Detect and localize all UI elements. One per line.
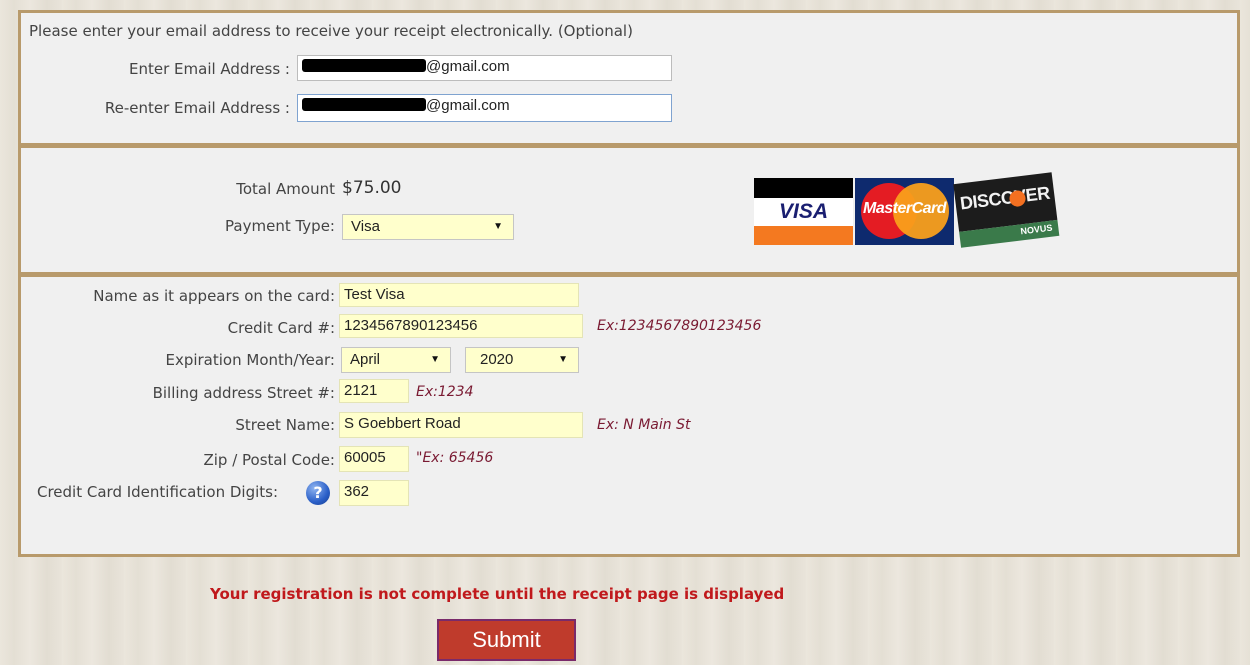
- visa-logo: VISA: [754, 178, 853, 245]
- expiration-year-value: 2020: [480, 351, 514, 368]
- total-amount-value: $75.00: [342, 178, 402, 198]
- card-number-label: Credit Card #:: [227, 319, 335, 337]
- reenter-email-label: Re-enter Email Address :: [104, 99, 290, 117]
- discover-logo: DISCOVER NOVUS: [953, 172, 1060, 251]
- email-prompt: Please enter your email address to recei…: [29, 22, 633, 40]
- street-name-label: Street Name:: [235, 416, 335, 434]
- mastercard-logo-text: MasterCard: [862, 200, 947, 217]
- payment-type-select[interactable]: Visa ▼: [342, 214, 514, 240]
- card-number-hint: Ex:1234567890123456: [597, 318, 762, 334]
- help-icon[interactable]: ?: [306, 481, 330, 505]
- payment-type-value: Visa: [351, 218, 380, 235]
- zip-label: Zip / Postal Code:: [203, 451, 335, 469]
- visa-logo-text: VISA: [754, 198, 853, 226]
- expiration-year-select[interactable]: 2020 ▼: [465, 347, 579, 373]
- registration-warning: Your registration is not complete until …: [210, 585, 785, 603]
- payment-panel: [18, 146, 1240, 275]
- reenter-email-input[interactable]: @gmail.com: [297, 94, 672, 122]
- mastercard-logo: MasterCard: [855, 178, 954, 245]
- zip-input[interactable]: 60005: [339, 446, 409, 472]
- email-label: Enter Email Address :: [129, 60, 290, 78]
- redacted-text: [302, 98, 426, 111]
- card-name-input[interactable]: Test Visa: [339, 283, 579, 307]
- submit-button[interactable]: Submit: [437, 619, 576, 661]
- card-name-label: Name as it appears on the card:: [93, 287, 335, 305]
- redacted-text: [302, 59, 426, 72]
- street-number-input[interactable]: 2121: [339, 379, 409, 403]
- street-number-label: Billing address Street #:: [152, 384, 335, 402]
- expiration-month-value: April: [350, 351, 381, 368]
- email-input-value: @gmail.com: [426, 58, 510, 75]
- total-amount-label: Total Amount: [236, 180, 335, 198]
- cvv-input[interactable]: 362: [339, 480, 409, 506]
- dropdown-arrow-icon: ▼: [493, 221, 503, 232]
- card-number-input[interactable]: 1234567890123456: [339, 314, 583, 338]
- expiration-label: Expiration Month/Year:: [165, 351, 335, 369]
- expiration-month-select[interactable]: April ▼: [341, 347, 451, 373]
- street-number-hint: Ex:1234: [416, 384, 474, 400]
- payment-type-label: Payment Type:: [225, 217, 335, 235]
- email-input[interactable]: @gmail.com: [297, 55, 672, 81]
- dropdown-arrow-icon: ▼: [558, 354, 568, 365]
- street-name-hint: Ex: N Main St: [597, 417, 691, 433]
- street-name-input[interactable]: S Goebbert Road: [339, 412, 583, 438]
- dropdown-arrow-icon: ▼: [430, 354, 440, 365]
- zip-hint: "Ex: 65456: [416, 450, 494, 466]
- reenter-email-input-value: @gmail.com: [426, 97, 510, 114]
- cvv-label: Credit Card Identification Digits:: [37, 483, 279, 501]
